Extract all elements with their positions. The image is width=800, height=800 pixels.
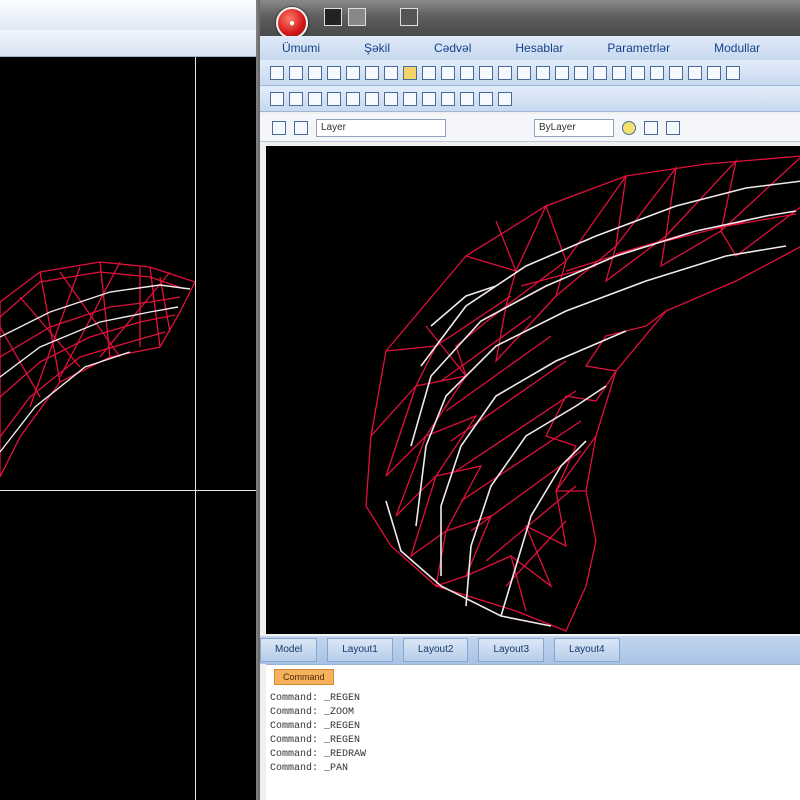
window-titlebar[interactable]: ● (260, 0, 800, 39)
triangulate-icon[interactable] (327, 91, 341, 106)
slope-icon[interactable] (403, 91, 417, 106)
layer-state-icon[interactable] (294, 120, 308, 135)
text-icon[interactable] (555, 65, 569, 80)
command-history-line: Command: _REGEN (270, 735, 361, 746)
line-icon[interactable] (346, 65, 360, 80)
layout-tab-bar: Model Layout1 Layout2 Layout3 Layout4 (260, 636, 800, 664)
cursor-icon[interactable] (384, 65, 398, 80)
point-icon[interactable] (270, 91, 284, 106)
background-mesh-drawing (0, 261, 196, 478)
layer-properties-icon[interactable] (272, 120, 286, 135)
application-button-icon[interactable]: ● (276, 7, 308, 39)
new-icon[interactable] (270, 65, 284, 80)
trim-icon[interactable] (517, 65, 531, 80)
section-icon[interactable] (365, 91, 379, 106)
command-history-line: Command: _REDRAW (270, 749, 367, 760)
pan-icon[interactable] (726, 65, 740, 80)
crosshair-horizontal (0, 490, 256, 491)
zoom-icon[interactable] (707, 65, 721, 80)
color-icon[interactable] (666, 120, 680, 135)
tab-layout4[interactable]: Layout4 (554, 638, 620, 662)
background-window-ribbon (0, 30, 256, 57)
tab-calculations[interactable]: Hesablar (493, 36, 585, 60)
report-icon[interactable] (441, 91, 455, 106)
surface-icon[interactable] (289, 91, 303, 106)
open-icon[interactable] (289, 65, 303, 80)
tab-draw[interactable]: Şəkil (342, 36, 412, 60)
background-cad-window (0, 0, 256, 800)
tab-layout3[interactable]: Layout3 (478, 638, 545, 662)
layer-combo[interactable]: Layer (316, 118, 446, 137)
crosshair-vertical (195, 57, 196, 800)
lock-icon[interactable] (644, 120, 658, 135)
command-history-line: Command: _PAN (270, 763, 349, 774)
ribbon-toolbar-row-1 (260, 60, 800, 86)
polyline-icon[interactable] (365, 65, 379, 80)
command-history-line: Command: _ZOOM (270, 707, 355, 718)
background-drawing-viewport[interactable] (0, 57, 256, 800)
profile-icon[interactable] (346, 91, 360, 106)
command-window[interactable]: Command Command: _REGEN Command: _ZOOM C… (266, 664, 800, 800)
drawing-viewport[interactable] (266, 146, 800, 634)
command-history-line: Command: _REGEN (270, 721, 361, 732)
export-icon[interactable] (460, 91, 474, 106)
grid-icon[interactable] (631, 65, 645, 80)
hatch-icon[interactable] (593, 65, 607, 80)
folder-icon[interactable] (403, 65, 417, 80)
save-icon[interactable] (324, 8, 342, 26)
scale-icon[interactable] (441, 65, 455, 80)
command-history-line: Command: _REGEN (270, 693, 361, 704)
table-icon[interactable] (422, 91, 436, 106)
tab-table[interactable]: Cədvəl (412, 36, 493, 60)
layer-icon[interactable] (688, 65, 702, 80)
cad-application-window: ● Ümumi Şəkil Cədvəl Hesablar Parametrlə… (258, 0, 800, 800)
offset-icon[interactable] (498, 65, 512, 80)
surface-mesh-drawing (365, 155, 800, 632)
save-icon[interactable] (308, 65, 322, 80)
tab-layout1[interactable]: Layout1 (327, 638, 393, 662)
undo-icon[interactable] (348, 8, 366, 26)
linetype-combo[interactable]: ByLayer (534, 118, 614, 137)
tab-home[interactable]: Ümumi (260, 36, 342, 60)
arrow-icon[interactable] (422, 65, 436, 80)
ribbon-toolbar-row-2 (260, 86, 800, 112)
properties-bar: Layer ByLayer (260, 114, 800, 142)
background-window-titlebar[interactable] (0, 0, 256, 31)
command-window-header: Command (274, 669, 334, 685)
tab-model[interactable]: Model (260, 638, 318, 662)
snap-icon[interactable] (650, 65, 664, 80)
rotate-icon[interactable] (460, 65, 474, 80)
settings-icon[interactable] (498, 91, 512, 106)
ortho-icon[interactable] (669, 65, 683, 80)
tab-parameters[interactable]: Parametrlər (585, 36, 692, 60)
import-icon[interactable] (479, 91, 493, 106)
extend-icon[interactable] (536, 65, 550, 80)
volume-icon[interactable] (384, 91, 398, 106)
ribbon-tab-bar: Ümumi Şəkil Cədvəl Hesablar Parametrlər … (260, 36, 800, 60)
dimension-icon[interactable] (574, 65, 588, 80)
print-icon[interactable] (400, 8, 418, 26)
pencil-icon[interactable] (327, 65, 341, 80)
tab-layout2[interactable]: Layout2 (402, 638, 469, 662)
lightbulb-icon[interactable] (622, 120, 636, 135)
contour-icon[interactable] (308, 91, 322, 106)
tab-modules[interactable]: Modullar (692, 36, 782, 60)
block-icon[interactable] (612, 65, 626, 80)
mirror-icon[interactable] (479, 65, 493, 80)
